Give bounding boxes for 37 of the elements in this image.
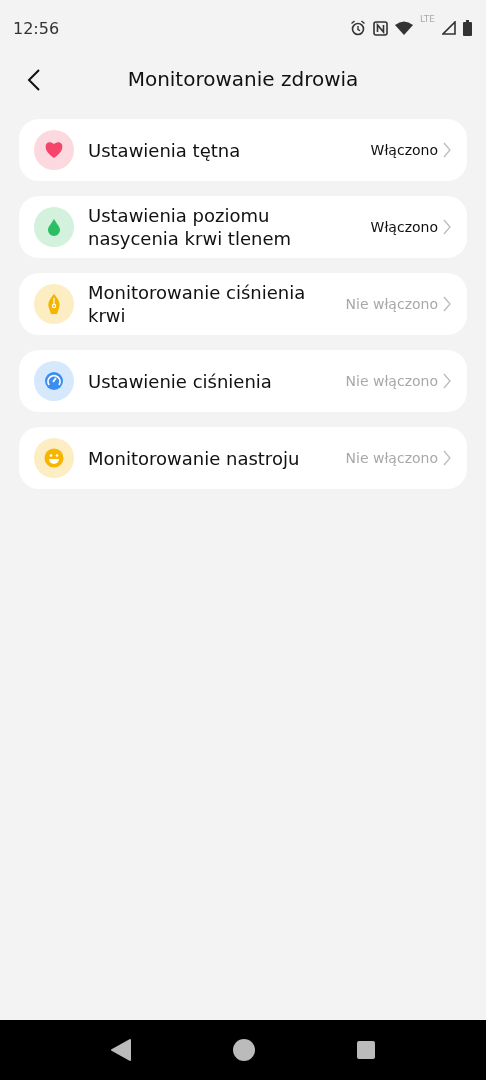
heart-icon: [44, 141, 64, 159]
settings-row[interactable]: Ustawienia tętna Włączono: [19, 119, 467, 181]
chevron-icon: [443, 296, 451, 312]
home-icon: [233, 1039, 255, 1061]
row-label: Ustawienia poziomu nasycenia krwi tlenem: [88, 204, 293, 250]
nfc-icon: [373, 20, 389, 36]
row-label: Ustawienia tętna: [88, 138, 242, 162]
settings-row[interactable]: Ustawienie ciśnienia Nie włączono: [19, 350, 467, 412]
signal-icon: [442, 21, 456, 35]
network-type: LTE: [420, 14, 435, 24]
pen-nib-icon: [47, 294, 61, 314]
status-value: Włączono: [370, 219, 438, 235]
page-title: Monitorowanie zdrowia: [127, 67, 359, 91]
recents-icon: [357, 1041, 375, 1059]
battery-icon: [463, 20, 472, 36]
settings-row[interactable]: Monitorowanie nastroju Nie włączono: [19, 427, 467, 489]
status-value: Nie włączono: [345, 373, 438, 389]
wifi-icon: [395, 21, 414, 35]
status-value: Nie włączono: [345, 450, 438, 466]
row-label: Monitorowanie ciśnienia krwi: [88, 281, 307, 327]
back-triangle-icon: [111, 1039, 131, 1061]
drop-icon: [48, 218, 60, 236]
status-value: Nie włączono: [345, 296, 438, 312]
gauge-icon: [44, 371, 64, 391]
chevron-icon: [443, 142, 451, 158]
settings-row[interactable]: Ustawienia poziomu nasycenia krwi tlenem Włączono: [19, 196, 467, 258]
row-label: Ustawienie ciśnienia: [88, 369, 273, 393]
alarm-icon: [350, 20, 367, 36]
chevron-icon: [443, 219, 451, 235]
smiley-icon: [44, 448, 64, 468]
settings-row[interactable]: Monitorowanie ciśnienia krwi Nie włączono: [19, 273, 467, 335]
status-time: 12:56: [13, 18, 61, 38]
chevron-icon: [443, 373, 451, 389]
chevron-icon: [443, 450, 451, 466]
back-icon: [27, 69, 41, 91]
status-value: Włączono: [370, 142, 438, 158]
row-label: Monitorowanie nastroju: [88, 446, 301, 470]
